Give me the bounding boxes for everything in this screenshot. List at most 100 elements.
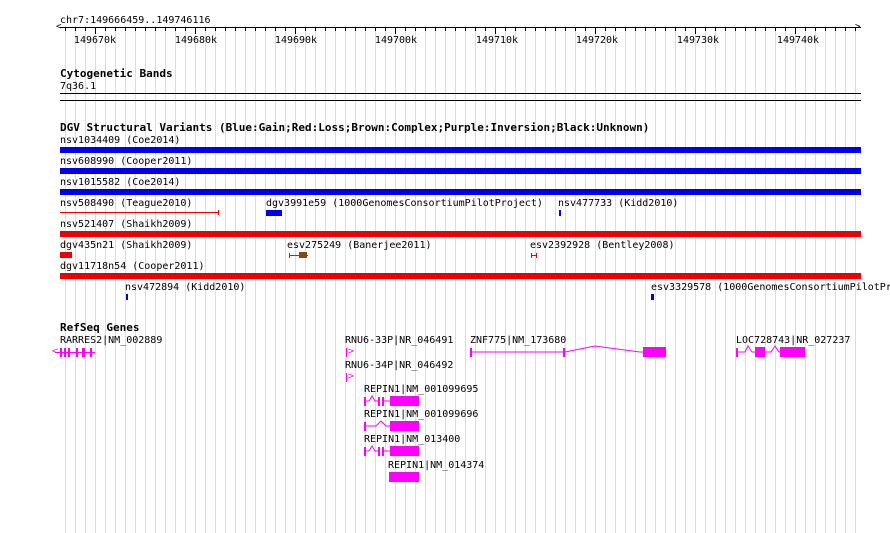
- variant-bar-gain[interactable]: [266, 210, 282, 216]
- variant-bar-gain[interactable]: [60, 189, 861, 195]
- dgv-track-title[interactable]: DGV Structural Variants (Blue:Gain;Red:L…: [60, 122, 649, 134]
- tick-label: 149700k: [374, 35, 418, 46]
- variant-label[interactable]: esv3329578 (1000GenomesConsortiumPilotPr: [651, 282, 890, 293]
- gene-label[interactable]: RARRES2|NM_002889: [60, 335, 162, 346]
- variant-label[interactable]: nsv477733 (Kidd2010): [558, 198, 678, 209]
- variant-line-loss[interactable]: [60, 212, 218, 213]
- variant-bar-gain[interactable]: [559, 210, 561, 216]
- gene-label[interactable]: RNU6-33P|NR_046491: [345, 335, 453, 346]
- ruler-axis: [60, 27, 861, 28]
- gene-exon[interactable]: [76, 348, 78, 357]
- variant-bar-complex[interactable]: [299, 252, 307, 258]
- gene-exon[interactable]: [82, 348, 85, 357]
- gene-model-repin1[interactable]: [364, 394, 424, 410]
- refseq-track-title[interactable]: RefSeq Genes: [60, 322, 139, 334]
- variant-label[interactable]: dgv435n21 (Shaikh2009): [60, 240, 192, 251]
- gene-model-loc728743[interactable]: [735, 340, 810, 362]
- ruler-tick: [565, 28, 566, 31]
- variant-bar-loss[interactable]: [60, 252, 72, 258]
- ruler-tick: [835, 28, 836, 31]
- variant-label[interactable]: dgv3991e59 (1000GenomesConsortiumPilotPr…: [266, 198, 543, 209]
- ruler-tick: [705, 28, 706, 31]
- ruler-tick: [505, 28, 506, 31]
- variant-bar-loss[interactable]: [60, 273, 861, 279]
- variant-label[interactable]: nsv521407 (Shaikh2009): [60, 219, 192, 230]
- variant-label[interactable]: dgv11718n54 (Cooper2011): [60, 261, 205, 272]
- ruler-tick: [785, 28, 786, 31]
- grid-line: [705, 28, 706, 533]
- gene-label[interactable]: REPIN1|NM_014374: [388, 460, 484, 471]
- cytoband-bottom-line: [60, 100, 861, 101]
- grid-line: [175, 28, 176, 533]
- gene-exon[interactable]: [90, 348, 92, 357]
- cytoband-label[interactable]: 7q36.1: [60, 81, 96, 92]
- ruler-tick: [735, 28, 736, 31]
- gene-model-znf775[interactable]: [470, 340, 670, 362]
- grid-line: [75, 28, 76, 533]
- variant-bar-gain[interactable]: [60, 168, 861, 174]
- grid-line: [815, 28, 816, 533]
- gene-exon[interactable]: [68, 348, 70, 357]
- grid-line: [825, 28, 826, 533]
- ruler-tick: [265, 28, 266, 31]
- grid-line: [65, 28, 66, 533]
- grid-line: [145, 28, 146, 533]
- gene-exon[interactable]: [346, 348, 347, 357]
- ruler-tick: [485, 28, 486, 31]
- grid-line: [535, 28, 536, 533]
- ruler-tick: [605, 28, 606, 31]
- ruler-tick: [715, 28, 716, 31]
- variant-bar-gain[interactable]: [126, 294, 128, 300]
- grid-line: [645, 28, 646, 533]
- ruler-tick: [415, 28, 416, 31]
- variant-label[interactable]: nsv1015582 (Coe2014): [60, 177, 180, 188]
- variant-label[interactable]: esv2392928 (Bentley2008): [530, 240, 675, 251]
- gene-exon[interactable]: [346, 373, 347, 382]
- gene-exon[interactable]: [389, 472, 419, 482]
- grid-line: [555, 28, 556, 533]
- grid-line: [275, 28, 276, 533]
- gene-exon[interactable]: [60, 348, 62, 357]
- grid-line: [615, 28, 616, 533]
- grid-line: [505, 28, 506, 533]
- grid-line: [675, 28, 676, 533]
- ruler-tick: [155, 28, 156, 31]
- grid-line: [295, 28, 296, 533]
- gene-exon[interactable]: [64, 348, 66, 357]
- gene-model-repin1[interactable]: [364, 419, 424, 435]
- grid-line: [715, 28, 716, 533]
- gene-model-repin1[interactable]: [364, 444, 424, 460]
- variant-label[interactable]: nsv472894 (Kidd2010): [125, 282, 245, 293]
- grid-line: [595, 28, 596, 533]
- grid-line: [165, 28, 166, 533]
- ruler-tick: [725, 28, 726, 31]
- ruler-tick: [315, 28, 316, 31]
- variant-label[interactable]: esv275249 (Banerjee2011): [287, 240, 432, 251]
- ruler-tick: [475, 28, 476, 31]
- ruler-tick: [535, 28, 536, 31]
- gene-label[interactable]: RNU6-34P|NR_046492: [345, 360, 453, 371]
- grid-line: [835, 28, 836, 533]
- variant-label[interactable]: nsv608990 (Cooper2011): [60, 156, 192, 167]
- ruler-tick: [805, 28, 806, 31]
- variant-label[interactable]: nsv1034409 (Coe2014): [60, 135, 180, 146]
- variant-bar-gain[interactable]: [651, 294, 654, 300]
- grid-line: [755, 28, 756, 533]
- grid-line: [725, 28, 726, 533]
- grid-line: [495, 28, 496, 533]
- grid-line: [475, 28, 476, 533]
- grid-line: [115, 28, 116, 533]
- grid-line: [425, 28, 426, 533]
- grid-line: [735, 28, 736, 533]
- ruler-tick: [135, 28, 136, 31]
- tick-label: 149690k: [274, 35, 318, 46]
- variant-bar-loss[interactable]: [60, 231, 861, 237]
- cytobands-track-title[interactable]: Cytogenetic Bands: [60, 68, 173, 80]
- variant-label[interactable]: nsv508490 (Teague2010): [60, 198, 192, 209]
- grid-line: [805, 28, 806, 533]
- grid-line: [575, 28, 576, 533]
- ruler-tick: [435, 28, 436, 31]
- variant-bar-gain[interactable]: [60, 147, 861, 153]
- grid-line: [335, 28, 336, 533]
- ruler-tick: [585, 28, 586, 31]
